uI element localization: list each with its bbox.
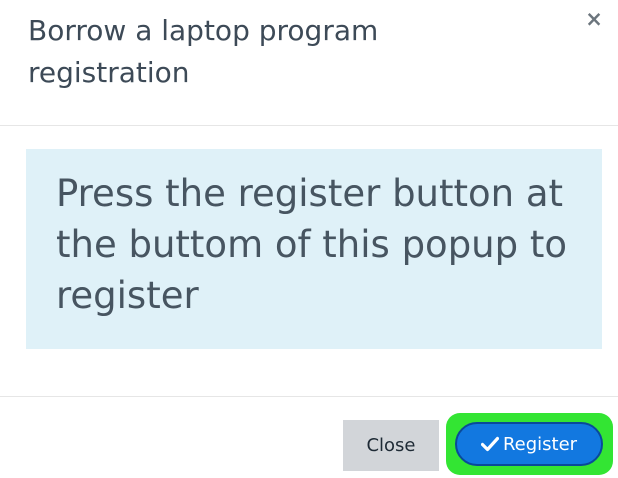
check-icon	[480, 436, 499, 452]
register-button[interactable]: Register	[455, 422, 603, 466]
close-button[interactable]: Close	[343, 420, 439, 471]
info-message: Press the register button at the buttom …	[56, 172, 568, 317]
registration-modal: Borrow a laptop program registration × P…	[0, 0, 618, 478]
modal-header: Borrow a laptop program registration ×	[0, 0, 618, 126]
close-icon[interactable]: ×	[582, 6, 606, 32]
register-label: Register	[502, 433, 578, 455]
modal-title: Borrow a laptop program registration	[28, 14, 379, 89]
modal-footer: Close Register	[0, 396, 618, 478]
info-alert: Press the register button at the buttom …	[26, 149, 602, 349]
